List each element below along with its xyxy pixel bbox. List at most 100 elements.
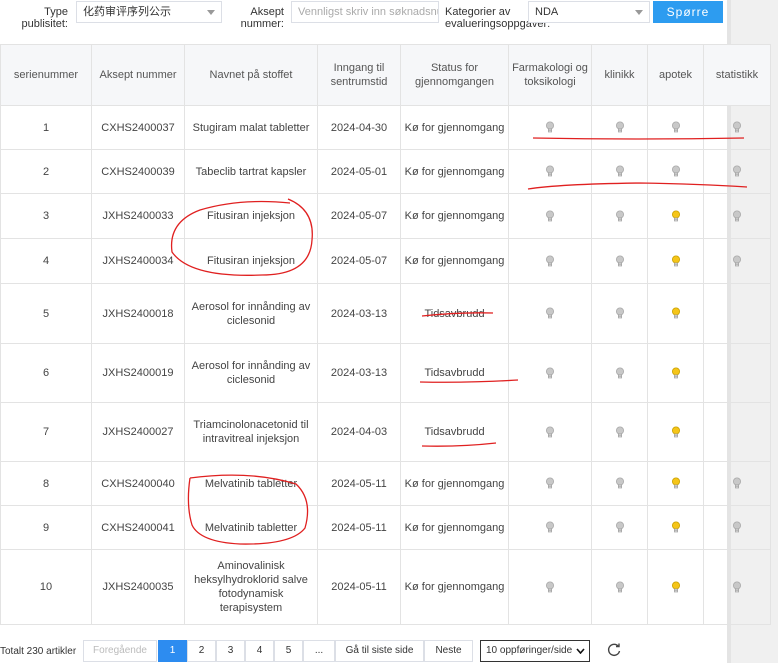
- statistics-cell: [703, 283, 771, 344]
- clinic-cell: [591, 505, 648, 550]
- chevron-down-icon: [576, 648, 585, 654]
- lightbulb-icon: [671, 521, 681, 535]
- clinic-cell: [591, 283, 648, 344]
- lightbulb-icon: [671, 254, 681, 268]
- accept-number-cell: JXHS2400027: [91, 402, 185, 462]
- next-page-button[interactable]: Neste: [424, 640, 473, 662]
- lightbulb-icon: [545, 477, 555, 491]
- statistics-cell: [703, 505, 771, 550]
- page-button-3[interactable]: 3: [216, 640, 245, 662]
- header-drug-name: Navnet på stoffet: [184, 44, 318, 106]
- header-accept-number: Aksept nummer: [91, 44, 185, 106]
- clinic-cell: [591, 238, 648, 284]
- pharmacy-cell: [647, 283, 704, 344]
- accept-number-cell: JXHS2400033: [91, 193, 185, 239]
- serial-cell: 10: [0, 549, 92, 625]
- lightbulb-icon: [615, 477, 625, 491]
- table-row: 2 CXHS2400039 Tabeclib tartrat kapsler 2024…: [0, 149, 771, 194]
- pharmacology-cell: [508, 105, 592, 150]
- filter-bar: Type publisitet: 化药审评序列公示 Aksept nummer:…: [0, 0, 725, 40]
- page-button-4[interactable]: 4: [245, 640, 274, 662]
- pharmacology-cell: [508, 549, 592, 625]
- table-row: 10 JXHS2400035 Aminovalinisk heksylhydrokl…: [0, 549, 771, 625]
- page-button-1[interactable]: 1: [158, 640, 187, 662]
- drug-name-cell: Aerosol for innånding av ciclesonid: [184, 343, 318, 403]
- lightbulb-icon: [545, 366, 555, 380]
- category-select[interactable]: NDA: [528, 1, 650, 23]
- lightbulb-icon: [545, 580, 555, 594]
- lightbulb-icon: [671, 121, 681, 135]
- status-cell: Kø for gjennomgang: [400, 505, 509, 550]
- table-row: 8 CXHS2400040 Melvatinib tabletter 2024-05-…: [0, 461, 771, 506]
- clinic-cell: [591, 549, 648, 625]
- lightbulb-icon: [545, 425, 555, 439]
- serial-cell: 9: [0, 505, 92, 550]
- pharmacology-cell: [508, 193, 592, 239]
- lightbulb-icon: [615, 254, 625, 268]
- entry-date-cell: 2024-05-07: [317, 238, 401, 284]
- page-button-5[interactable]: 5: [274, 640, 303, 662]
- header-statistics: statistikk: [703, 44, 771, 106]
- pharmacy-cell: [647, 343, 704, 403]
- lightbulb-icon: [545, 254, 555, 268]
- drug-name-cell: Fitusiran injeksjon: [184, 193, 318, 239]
- table-row: 9 CXHS2400041 Melvatinib tabletter 2024-05-…: [0, 505, 771, 550]
- type-label: Type publisitet:: [21, 6, 68, 30]
- pharmacy-cell: [647, 193, 704, 239]
- lightbulb-icon: [732, 165, 742, 179]
- serial-cell: 6: [0, 343, 92, 403]
- header-clinic: klinikk: [591, 44, 648, 106]
- accept-number-cell: CXHS2400041: [91, 505, 185, 550]
- accept-placeholder: Vennligst skriv inn søknadsnummer: [298, 6, 438, 18]
- lightbulb-icon: [545, 521, 555, 535]
- page-button-2[interactable]: 2: [187, 640, 216, 662]
- drug-name-cell: Aminovalinisk heksylhydroklorid salve fo…: [184, 549, 318, 625]
- query-button[interactable]: Spørre: [653, 1, 723, 23]
- serial-cell: 5: [0, 283, 92, 344]
- status-cell: Kø for gjennomgang: [400, 149, 509, 194]
- chevron-down-icon: [207, 10, 215, 15]
- page-ellipsis[interactable]: ...: [303, 640, 335, 662]
- drug-name-cell: Melvatinib tabletter: [184, 505, 318, 550]
- serial-cell: 8: [0, 461, 92, 506]
- chevron-down-icon: [635, 10, 643, 15]
- page-size-select[interactable]: 10 oppføringer/side: [480, 640, 590, 662]
- refresh-icon[interactable]: [606, 642, 622, 658]
- type-select[interactable]: 化药审评序列公示: [76, 1, 222, 23]
- header-entry-date: Inngang til sentrumstid: [317, 44, 401, 106]
- accept-label: Aksept nummer:: [240, 6, 284, 30]
- lightbulb-icon: [615, 580, 625, 594]
- status-cell: Kø for gjennomgang: [400, 193, 509, 239]
- lightbulb-icon: [671, 209, 681, 223]
- statistics-cell: [703, 343, 771, 403]
- last-page-button[interactable]: Gå til siste side: [335, 640, 424, 662]
- lightbulb-icon: [732, 121, 742, 135]
- lightbulb-icon: [545, 307, 555, 321]
- drug-name-cell: Triamcinolonacetonid til intravitreal in…: [184, 402, 318, 462]
- accept-number-input[interactable]: Vennligst skriv inn søknadsnummer: [291, 1, 439, 23]
- serial-cell: 1: [0, 105, 92, 150]
- accept-number-cell: JXHS2400034: [91, 238, 185, 284]
- entry-date-cell: 2024-04-30: [317, 105, 401, 150]
- status-cell: Tidsavbrudd: [400, 402, 509, 462]
- accept-number-cell: JXHS2400035: [91, 549, 185, 625]
- accept-number-cell: CXHS2400039: [91, 149, 185, 194]
- table-row: 1 CXHS2400037 Stugiram malat tabletter 2024…: [0, 105, 771, 150]
- serial-cell: 2: [0, 149, 92, 194]
- serial-cell: 4: [0, 238, 92, 284]
- category-label: Kategorier av evalueringsoppgaver:: [445, 6, 551, 30]
- clinic-cell: [591, 402, 648, 462]
- status-cell: Kø for gjennomgang: [400, 549, 509, 625]
- status-cell: Tidsavbrudd: [400, 283, 509, 344]
- statistics-cell: [703, 461, 771, 506]
- lightbulb-icon: [671, 477, 681, 491]
- statistics-cell: [703, 149, 771, 194]
- prev-page-button[interactable]: Foregående: [83, 640, 157, 662]
- entry-date-cell: 2024-05-11: [317, 461, 401, 506]
- drug-name-cell: Stugiram malat tabletter: [184, 105, 318, 150]
- pharmacology-cell: [508, 505, 592, 550]
- entry-date-cell: 2024-04-03: [317, 402, 401, 462]
- type-value: 化药审评序列公示: [83, 6, 171, 18]
- status-cell: Tidsavbrudd: [400, 343, 509, 403]
- lightbulb-icon: [671, 580, 681, 594]
